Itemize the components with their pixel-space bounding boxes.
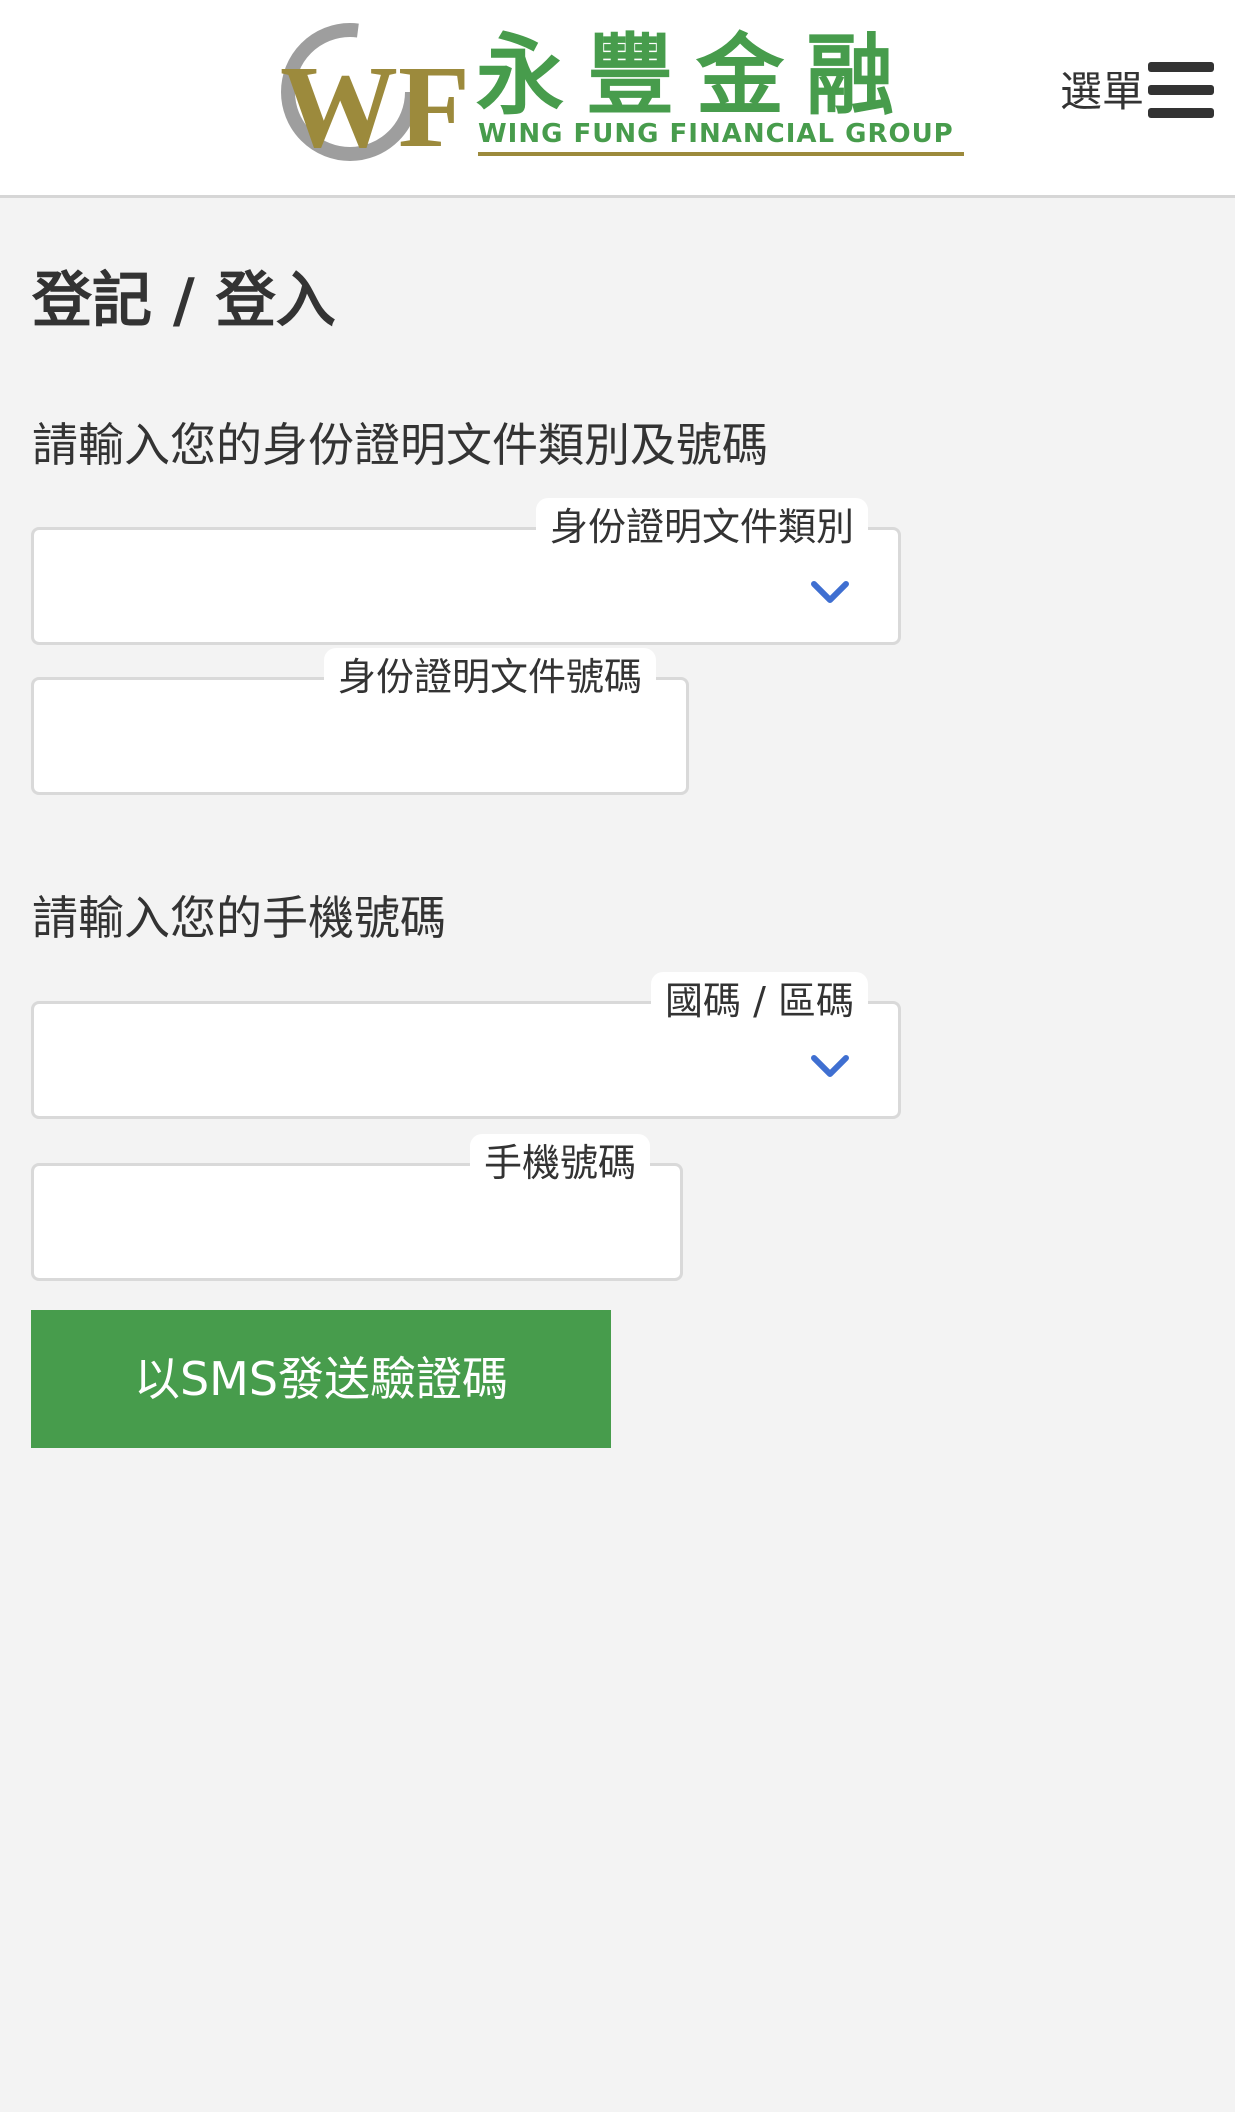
document-type-select[interactable]: 身份證明文件類別 (31, 498, 901, 645)
site-header: WF 永豐金融 WING FUNG FINANCIAL GROUP 選單 (0, 0, 1235, 198)
hamburger-icon[interactable] (1148, 60, 1214, 120)
hamburger-bar (1148, 62, 1214, 72)
menu-label[interactable]: 選單 (1060, 67, 1144, 117)
logo-underline (478, 152, 964, 156)
chevron-down-icon[interactable] (810, 1054, 850, 1080)
document-type-label: 身份證明文件類別 (535, 498, 868, 556)
chevron-down-icon[interactable] (810, 580, 850, 606)
wing-fung-logo[interactable]: WF 永豐金融 WING FUNG FINANCIAL GROUP (278, 18, 968, 168)
phone-number-input[interactable]: 手機號碼 (31, 1134, 683, 1281)
logo-monogram: WF (280, 41, 470, 168)
country-code-select[interactable]: 國碼 / 區碼 (31, 972, 901, 1119)
phone-section-label: 請輸入您的手機號碼 (32, 891, 446, 945)
document-number-input[interactable]: 身份證明文件號碼 (31, 648, 689, 795)
logo-chinese-name: 永豐金融 (476, 24, 916, 127)
page-title: 登記 / 登入 (32, 266, 336, 336)
phone-number-label: 手機號碼 (469, 1134, 650, 1192)
country-code-label: 國碼 / 區碼 (651, 972, 868, 1030)
hamburger-bar (1148, 85, 1214, 95)
logo-graphic: WF 永豐金融 WING FUNG FINANCIAL GROUP (280, 23, 964, 168)
hamburger-bar (1148, 108, 1214, 118)
logo-english-name: WING FUNG FINANCIAL GROUP (478, 119, 954, 149)
id-section-label: 請輸入您的身份證明文件類別及號碼 (32, 418, 768, 472)
document-number-label: 身份證明文件號碼 (323, 648, 656, 706)
send-sms-code-button[interactable]: 以SMS發送驗證碼 (31, 1310, 611, 1448)
